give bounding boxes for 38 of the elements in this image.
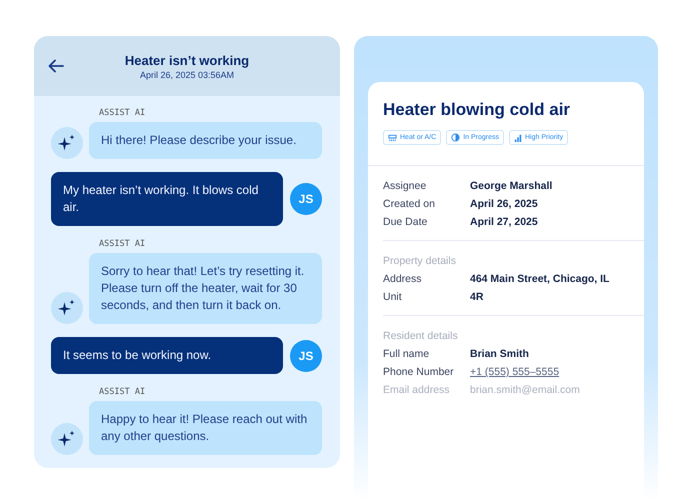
sparkle-avatar-icon: [51, 127, 83, 159]
field-label: Email address: [383, 384, 451, 396]
field-value: brian.smith@email.com: [470, 384, 580, 396]
bars-icon: [514, 134, 522, 142]
user-avatar: JS: [290, 183, 322, 215]
back-arrow-icon[interactable]: [48, 59, 64, 73]
field-label: Assignee: [383, 180, 428, 192]
field-value: 464 Main Street, Chicago, IL: [470, 273, 610, 285]
field-value: Brian Smith: [470, 348, 529, 360]
phone-link[interactable]: +1 (555) 555–5555: [470, 366, 560, 378]
assistant-message: Hi there! Please describe your issue.: [89, 122, 322, 159]
progress-icon: [451, 133, 460, 142]
field-value: 4R: [470, 291, 484, 303]
chat-timestamp: April 26, 2025 03:56AM: [138, 70, 236, 80]
field-label: Phone Number: [383, 366, 455, 378]
assistant-message: Happy to hear it! Please reach out with any other questions.: [89, 401, 322, 455]
sparkle-avatar-icon: [51, 292, 83, 324]
field-value: George Marshall: [470, 180, 552, 192]
assistant-message: Sorry to hear that! Let’s try resetting it. Please turn off the heater, wait for 30 seconds, and then turn it back on.: [89, 253, 322, 324]
heater-icon: [388, 134, 397, 142]
field-label: Full name: [383, 348, 430, 360]
chat-title: Heater isn’t working: [124, 52, 250, 68]
sender-label: ASSIST AI: [99, 108, 146, 118]
user-avatar: JS: [290, 340, 322, 372]
field-label: Created on: [383, 198, 436, 210]
section-heading: Property details: [383, 255, 457, 267]
ticket-title: Heater blowing cold air: [383, 100, 572, 120]
section-heading: Resident details: [383, 330, 459, 342]
field-label: Due Date: [383, 216, 428, 228]
field-label: Unit: [383, 291, 403, 303]
user-message: My heater isn’t working. It blows cold air.: [51, 172, 283, 226]
sender-label: ASSIST AI: [99, 387, 146, 397]
field-value: April 27, 2025: [470, 216, 538, 228]
sparkle-avatar-icon: [51, 423, 83, 455]
field-value: April 26, 2025: [470, 198, 538, 210]
user-message: It seems to be working now.: [51, 337, 283, 374]
field-label: Address: [383, 273, 423, 285]
sender-label: ASSIST AI: [99, 239, 146, 249]
